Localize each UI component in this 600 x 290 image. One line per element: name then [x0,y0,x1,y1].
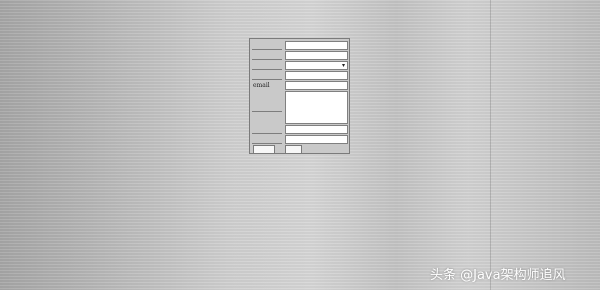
password-input[interactable] [285,51,348,60]
email-input[interactable] [285,81,348,90]
label-placeholder [252,107,282,112]
message-textarea[interactable] [285,91,348,124]
background-seam [490,0,491,290]
text-input[interactable] [285,41,348,50]
text-input[interactable] [285,125,348,134]
watermark: 头条 @Java架构师追风 [430,268,566,283]
reset-button[interactable] [285,145,302,154]
submit-button[interactable] [253,145,275,154]
label-placeholder [252,65,282,70]
text-input[interactable] [285,71,348,80]
label-placeholder [252,139,282,144]
label-placeholder [252,55,282,60]
label-placeholder [252,129,282,134]
field-label: email [253,82,270,89]
chevron-down-icon: ▾ [341,62,345,69]
form-panel: ▾ email [249,38,350,154]
text-input[interactable] [285,135,348,144]
label-placeholder [252,75,282,80]
dropdown-select[interactable]: ▾ [285,61,348,70]
label-placeholder [252,45,282,50]
